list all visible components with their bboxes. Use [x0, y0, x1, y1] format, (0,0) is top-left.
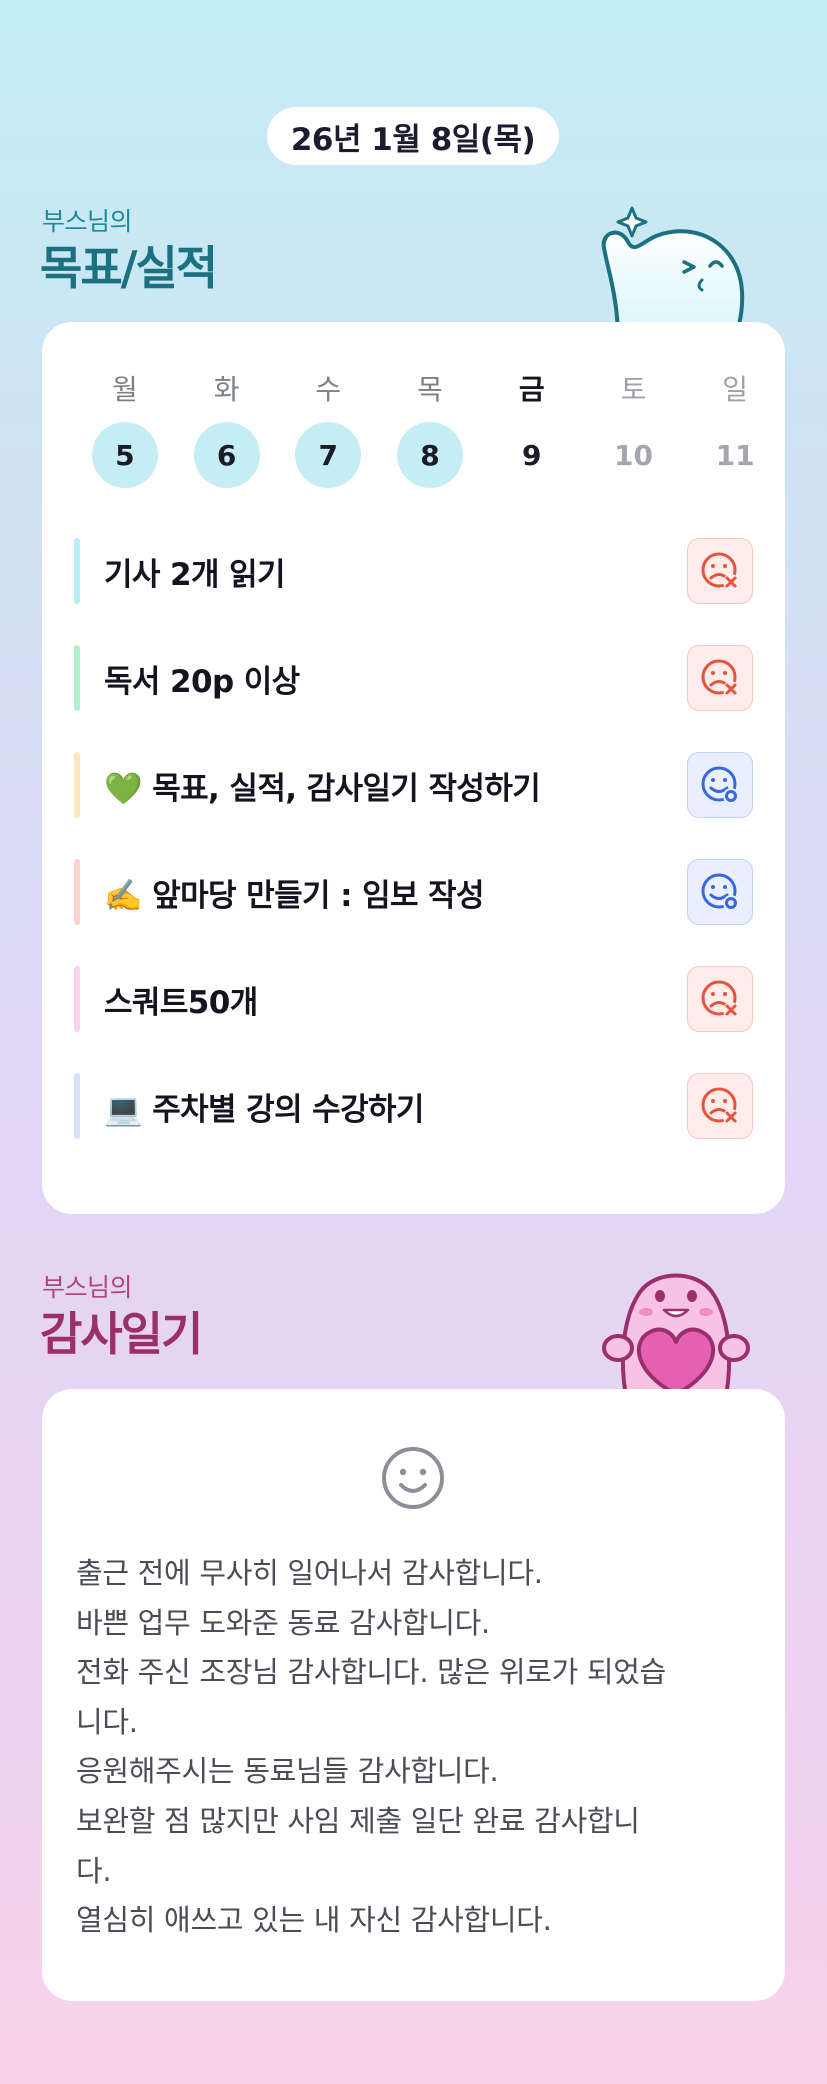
day-name: 토	[620, 373, 647, 406]
task-label: 독서 20p 이상	[104, 663, 300, 700]
sad-face-x-icon[interactable]	[687, 645, 753, 711]
gratitude-line: 다.	[76, 1853, 112, 1888]
day-name: 수	[315, 373, 342, 406]
day-name: 목	[417, 373, 443, 406]
sad-face-x-icon[interactable]	[687, 966, 753, 1032]
gratitude-line: 니다.	[76, 1704, 138, 1739]
task-item[interactable]: 💚 목표, 실적, 감사일기 작성하기	[74, 752, 753, 818]
week-strip: 월 5 화 6 수 7 목 8 금 9 토 10 일 11	[74, 370, 786, 488]
sad-face-x-icon[interactable]	[687, 1073, 753, 1139]
day-name: 월	[111, 373, 138, 406]
task-label: ✍️ 앞마당 만들기 : 임보 작성	[104, 877, 485, 914]
goals-card: 월 5 화 6 수 7 목 8 금 9 토 10 일 11 기사 2개 읽기 독…	[42, 322, 785, 1214]
day-number: 9	[521, 438, 542, 472]
gratitude-line: 열심히 애쓰고 있는 내 자신 감사합니다.	[76, 1903, 552, 1938]
day-number: 11	[715, 438, 755, 472]
task-color-bar	[74, 538, 80, 604]
day-number: 5	[91, 422, 158, 488]
task-color-bar	[74, 1073, 80, 1139]
gratitude-line: 바쁜 업무 도와준 동료 감사합니다.	[76, 1605, 490, 1640]
day-friday[interactable]: 금 9	[481, 370, 583, 488]
task-item[interactable]: 독서 20p 이상	[74, 645, 753, 711]
goals-title: 목표/실적	[40, 241, 218, 295]
day-number: 7	[295, 422, 362, 488]
day-name: 화	[213, 373, 240, 406]
day-wednesday[interactable]: 수 7	[277, 370, 379, 488]
gratitude-line: 보완할 점 많지만 사임 제출 일단 완료 감사합니	[76, 1803, 640, 1838]
task-list: 기사 2개 읽기 독서 20p 이상 💚 목표, 실적, 감사일기 작성하기 ✍…	[74, 538, 753, 1180]
day-number: 6	[193, 422, 260, 488]
gratitude-text: 출근 전에 무사히 일어나서 감사합니다. 바쁜 업무 도와준 동료 감사합니다…	[76, 1549, 756, 1946]
gratitude-title: 감사일기	[40, 1307, 203, 1361]
day-thursday[interactable]: 목 8	[379, 370, 481, 488]
day-monday[interactable]: 월 5	[74, 370, 176, 488]
task-item[interactable]: 스쿼트50개	[74, 966, 753, 1032]
task-label: 스쿼트50개	[104, 984, 258, 1021]
task-label: 💻 주차별 강의 수강하기	[104, 1091, 424, 1128]
gratitude-line: 전화 주신 조장님 감사합니다. 많은 위로가 되었습	[76, 1655, 667, 1690]
gratitude-line: 응원해주시는 동료님들 감사합니다.	[76, 1754, 499, 1789]
task-color-bar	[74, 645, 80, 711]
day-tuesday[interactable]: 화 6	[176, 370, 278, 488]
day-sunday[interactable]: 일 11	[684, 370, 786, 488]
task-color-bar	[74, 752, 80, 818]
date-pill[interactable]: 26년 1월 8일(목)	[267, 107, 559, 165]
smile-face-icon[interactable]	[380, 1445, 446, 1511]
goal-mascot-icon	[601, 206, 745, 326]
happy-face-o-icon[interactable]	[687, 752, 753, 818]
task-label: 기사 2개 읽기	[104, 556, 286, 593]
heart-mascot-icon	[602, 1273, 750, 1392]
sad-face-x-icon[interactable]	[687, 538, 753, 604]
task-item[interactable]: 💻 주차별 강의 수강하기	[74, 1073, 753, 1139]
task-item[interactable]: 기사 2개 읽기	[74, 538, 753, 604]
task-label: 💚 목표, 실적, 감사일기 작성하기	[104, 770, 541, 807]
day-number: 8	[397, 422, 464, 488]
happy-face-o-icon[interactable]	[687, 859, 753, 925]
day-number: 10	[613, 438, 653, 472]
task-color-bar	[74, 859, 80, 925]
task-item[interactable]: ✍️ 앞마당 만들기 : 임보 작성	[74, 859, 753, 925]
date-label: 26년 1월 8일(목)	[290, 121, 536, 158]
gratitude-line: 출근 전에 무사히 일어나서 감사합니다.	[76, 1556, 543, 1590]
day-saturday[interactable]: 토 10	[583, 370, 685, 488]
day-name: 일	[722, 373, 749, 406]
task-color-bar	[74, 966, 80, 1032]
day-name: 금	[518, 373, 545, 406]
gratitude-card: 출근 전에 무사히 일어나서 감사합니다. 바쁜 업무 도와준 동료 감사합니다…	[42, 1389, 785, 2001]
